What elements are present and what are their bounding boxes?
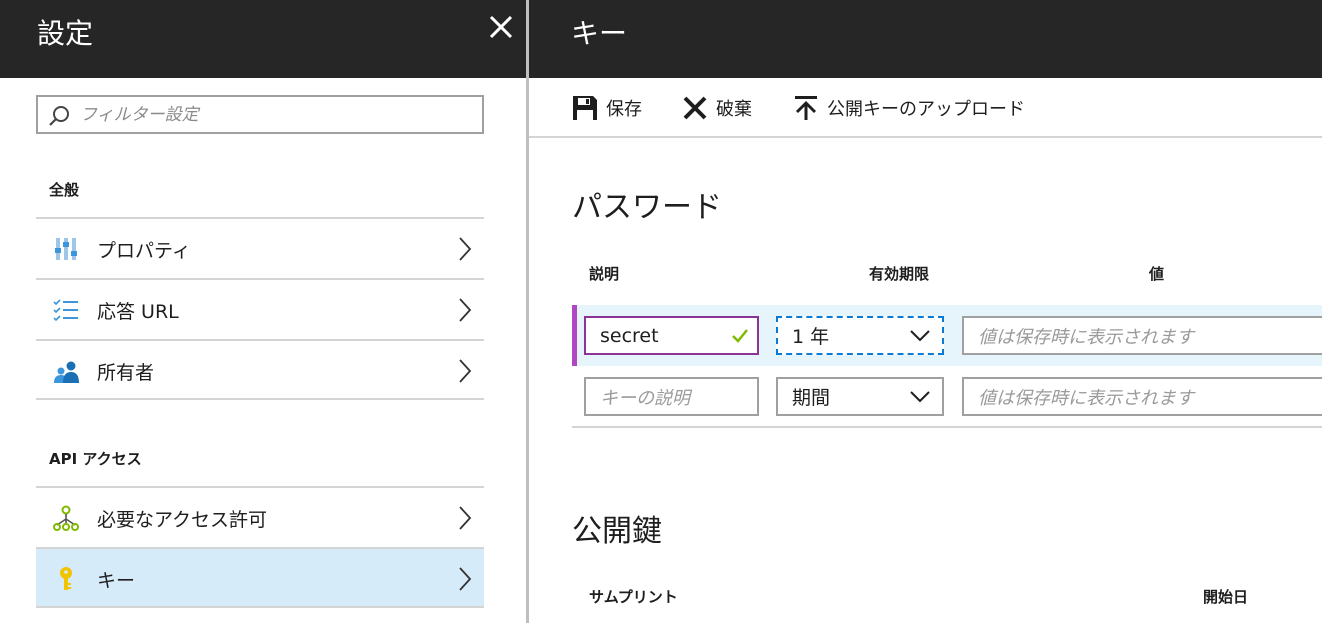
chevron-down-icon (910, 391, 930, 403)
filter-box (36, 95, 484, 134)
nav-item-owners[interactable]: 所有者 (36, 339, 484, 400)
settings-title: 設定 (37, 17, 94, 50)
column-header-expires: 有効期限 (869, 265, 930, 283)
settings-blade: 設定 全般 プロパティ (0, 0, 526, 623)
nav-label: 必要なアクセス許可 (97, 509, 268, 531)
new-description-field[interactable]: キーの説明 (584, 377, 759, 416)
api-nav: 必要なアクセス許可 キー (36, 486, 484, 608)
chevron-right-icon (459, 298, 472, 322)
value-field[interactable]: 値は保存時に表示されます (962, 316, 1322, 355)
nav-label: 所有者 (97, 362, 155, 384)
nav-label: プロパティ (97, 240, 191, 262)
expires-dropdown[interactable]: 1 年 (776, 316, 944, 355)
nav-label: キー (97, 570, 136, 592)
general-nav: プロパティ 応答 URL 所有者 (36, 217, 484, 400)
discard-label: 破棄 (716, 99, 752, 120)
column-header-description: 説明 (589, 265, 620, 283)
expires-value: 期間 (792, 387, 831, 409)
checkmark-icon (732, 329, 748, 343)
new-value-field[interactable]: 値は保存時に表示されます (962, 377, 1322, 416)
column-header-start-date: 開始日 (1203, 588, 1249, 606)
close-icon (683, 96, 707, 120)
chevron-right-icon (459, 359, 472, 383)
properties-icon (55, 238, 77, 260)
checklist-icon (53, 299, 78, 322)
row-divider (572, 426, 1322, 428)
filter-settings-input[interactable] (80, 101, 476, 129)
settings-header: 設定 (0, 0, 526, 78)
public-keys-heading: 公開鍵 (572, 514, 662, 549)
new-expires-dropdown[interactable]: 期間 (776, 377, 944, 416)
nav-item-properties[interactable]: プロパティ (36, 217, 484, 278)
nav-item-required-permissions[interactable]: 必要なアクセス許可 (36, 486, 484, 547)
chevron-down-icon (910, 330, 930, 342)
description-value: secret (600, 324, 659, 347)
key-icon (60, 567, 72, 590)
owners-icon (54, 361, 79, 383)
nav-item-keys[interactable]: キー (36, 547, 484, 608)
keys-blade: キー 保存 破棄 公開キーのアップロード パスワード 説明 有効期限 値 sec… (529, 0, 1322, 623)
value-placeholder: 値は保存時に表示されます (978, 326, 1194, 348)
save-button[interactable]: 保存 (572, 94, 642, 122)
save-label: 保存 (606, 99, 642, 120)
save-icon (573, 96, 597, 120)
column-header-value: 値 (1149, 265, 1165, 283)
description-field[interactable]: secret (584, 316, 759, 355)
value-placeholder: 値は保存時に表示されます (978, 387, 1194, 409)
section-api-access-label: API アクセス (49, 450, 142, 468)
permissions-icon (53, 505, 79, 531)
keys-header: キー (529, 0, 1322, 78)
description-placeholder: キーの説明 (600, 387, 690, 409)
column-header-thumbprint: サムプリント (589, 588, 678, 606)
expires-value: 1 年 (792, 326, 830, 348)
discard-button[interactable]: 破棄 (682, 94, 752, 122)
keys-title: キー (571, 17, 628, 50)
upload-label: 公開キーのアップロード (827, 99, 1025, 120)
search-icon (49, 106, 69, 126)
chevron-right-icon (459, 237, 472, 261)
command-bar: 保存 破棄 公開キーのアップロード (529, 78, 1322, 138)
close-icon[interactable] (488, 14, 514, 40)
chevron-right-icon (459, 567, 472, 591)
section-general-label: 全般 (49, 181, 80, 199)
chevron-right-icon (459, 506, 472, 530)
upload-public-key-button[interactable]: 公開キーのアップロード (793, 94, 1025, 122)
app-window: 設定 全般 プロパティ (0, 0, 1322, 623)
passwords-heading: パスワード (572, 190, 722, 225)
upload-icon (795, 96, 817, 120)
nav-item-reply-urls[interactable]: 応答 URL (36, 278, 484, 339)
nav-label: 応答 URL (97, 301, 179, 323)
